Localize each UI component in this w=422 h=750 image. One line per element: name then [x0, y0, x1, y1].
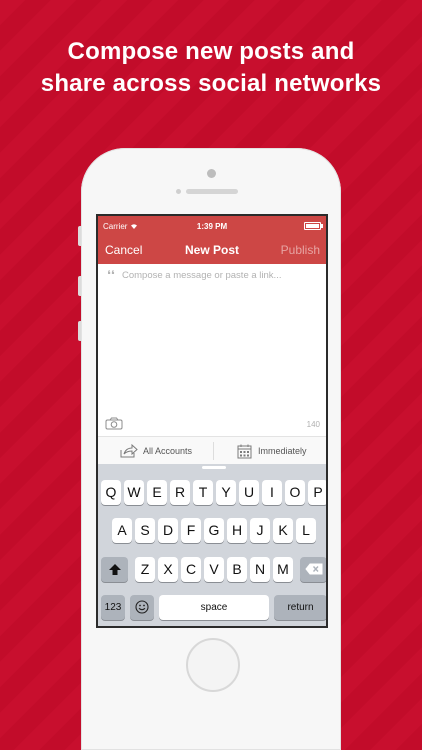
- phone-screen: Carrier 1:39 PM Cancel New Post Publish …: [96, 214, 328, 628]
- schedule-label: Immediately: [258, 446, 307, 456]
- calendar-icon: [237, 444, 252, 458]
- schedule-selector[interactable]: Immediately: [237, 437, 307, 465]
- key-q[interactable]: Q: [101, 480, 121, 505]
- compose-input[interactable]: Compose a message or paste a link...: [122, 270, 281, 281]
- key-z[interactable]: Z: [135, 557, 155, 582]
- key-k[interactable]: K: [273, 518, 293, 543]
- key-a[interactable]: A: [112, 518, 132, 543]
- shift-icon: [108, 564, 121, 575]
- headline-line-2: share across social networks: [40, 70, 382, 97]
- key-v[interactable]: V: [204, 557, 224, 582]
- shift-key[interactable]: [101, 557, 128, 582]
- delete-key[interactable]: [300, 557, 326, 582]
- key-i[interactable]: I: [262, 480, 282, 505]
- key-j[interactable]: J: [250, 518, 270, 543]
- key-d[interactable]: D: [158, 518, 178, 543]
- keyboard: Q W E R T Y U I O P A S D F G H J K L Z …: [98, 464, 326, 626]
- earpiece-speaker: [186, 189, 238, 194]
- options-bar: All Accounts Immediately: [98, 436, 326, 465]
- space-key[interactable]: space: [159, 595, 269, 620]
- promo-headline: Compose new posts and share across socia…: [0, 36, 422, 100]
- accounts-selector[interactable]: All Accounts: [120, 437, 192, 465]
- key-g[interactable]: G: [204, 518, 224, 543]
- numbers-key[interactable]: 123: [101, 595, 125, 620]
- keyboard-grip: [202, 466, 226, 469]
- key-n[interactable]: N: [250, 557, 270, 582]
- key-y[interactable]: Y: [216, 480, 236, 505]
- key-h[interactable]: H: [227, 518, 247, 543]
- publish-button[interactable]: Publish: [281, 243, 320, 257]
- character-counter: 140: [306, 420, 320, 429]
- key-r[interactable]: R: [170, 480, 190, 505]
- key-u[interactable]: U: [239, 480, 259, 505]
- sensor: [176, 189, 181, 194]
- share-icon: [120, 444, 138, 458]
- key-p[interactable]: P: [308, 480, 326, 505]
- key-f[interactable]: F: [181, 518, 201, 543]
- emoji-key[interactable]: [130, 595, 154, 620]
- return-key[interactable]: return: [274, 595, 326, 620]
- key-w[interactable]: W: [124, 480, 144, 505]
- key-s[interactable]: S: [135, 518, 155, 543]
- key-t[interactable]: T: [193, 480, 213, 505]
- front-camera: [207, 169, 216, 178]
- options-divider: [213, 442, 214, 460]
- battery-icon: [304, 222, 323, 230]
- key-o[interactable]: O: [285, 480, 305, 505]
- nav-bar: Cancel New Post Publish: [98, 236, 326, 264]
- quote-icon: ❛❛: [107, 268, 115, 282]
- key-x[interactable]: X: [158, 557, 178, 582]
- camera-icon[interactable]: [105, 417, 123, 430]
- accounts-label: All Accounts: [143, 446, 193, 456]
- headline-line-1: Compose new posts and: [67, 38, 355, 65]
- key-b[interactable]: B: [227, 557, 247, 582]
- key-l[interactable]: L: [296, 518, 316, 543]
- home-button[interactable]: [186, 638, 240, 692]
- status-bar: Carrier 1:39 PM: [98, 216, 326, 236]
- backspace-icon: [304, 563, 322, 575]
- key-c[interactable]: C: [181, 557, 201, 582]
- emoji-icon: [135, 600, 149, 614]
- compose-area[interactable]: ❛❛ Compose a message or paste a link... …: [98, 264, 326, 436]
- key-m[interactable]: M: [273, 557, 293, 582]
- key-e[interactable]: E: [147, 480, 167, 505]
- clock: 1:39 PM: [196, 222, 228, 231]
